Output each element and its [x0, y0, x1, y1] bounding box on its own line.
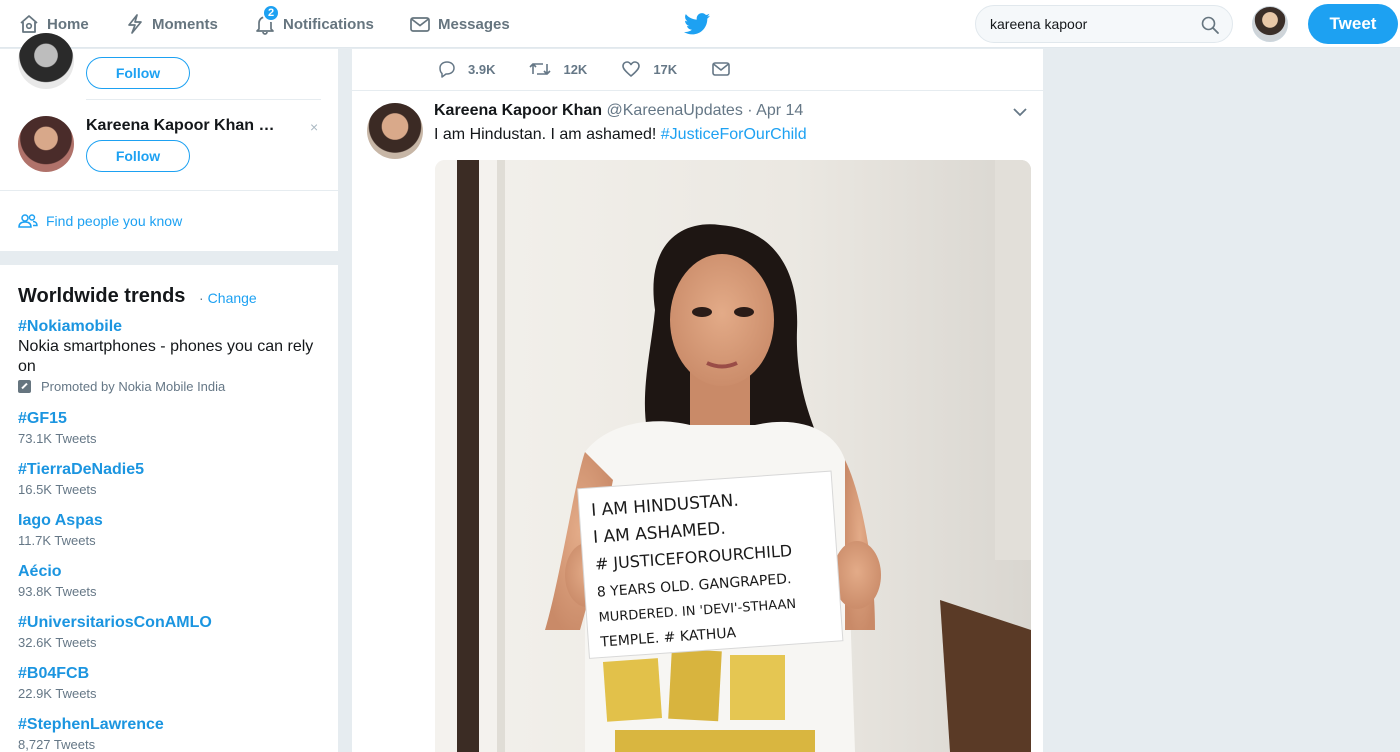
- search-icon[interactable]: [1200, 15, 1220, 35]
- tweet-photo[interactable]: I AM HINDUSTAN. I AM ASHAMED. # JUSTICEF…: [435, 160, 1031, 752]
- trend-item[interactable]: #B04FCB 22.9K Tweets: [18, 664, 318, 702]
- trend-name[interactable]: #TierraDeNadie5: [18, 460, 318, 480]
- heart-icon: [622, 61, 641, 77]
- trend-name[interactable]: #B04FCB: [18, 664, 318, 684]
- reply-icon: [439, 61, 455, 78]
- promoted-trend[interactable]: #Nokiamobile Nokia smartphones - phones …: [18, 317, 318, 394]
- follow-button[interactable]: Follow: [86, 140, 190, 172]
- tweet-separator: ·: [747, 102, 753, 119]
- tweet-author-avatar[interactable]: [367, 103, 423, 159]
- envelope-icon: [712, 62, 730, 76]
- tweet-text: I am Hindustan. I am ashamed! #JusticeFo…: [434, 126, 807, 144]
- follow-button[interactable]: Follow: [86, 57, 190, 89]
- reply-count: 3.9K: [468, 61, 496, 77]
- trend-count: 16.5K Tweets: [18, 482, 97, 497]
- divider: [352, 90, 1043, 91]
- twitter-bird-logo-icon[interactable]: [684, 12, 710, 36]
- top-nav-bar: Home Moments 2 Notifications Messages Tw…: [0, 0, 1400, 48]
- lightning-icon: [128, 14, 142, 34]
- nav-notifications-label: Notifications: [283, 15, 374, 33]
- nav-messages[interactable]: Messages: [409, 0, 510, 48]
- trend-name[interactable]: #GF15: [18, 409, 318, 429]
- trend-name[interactable]: Iago Aspas: [18, 511, 318, 531]
- suggested-user-avatar[interactable]: [18, 116, 74, 172]
- find-people-link[interactable]: Find people you know: [18, 213, 182, 229]
- trend-item[interactable]: #StephenLawrence 8,727 Tweets: [18, 715, 318, 752]
- trend-count: 11.7K Tweets: [18, 533, 96, 548]
- like-action[interactable]: 17K: [621, 60, 677, 78]
- chevron-down-icon[interactable]: [1012, 106, 1028, 118]
- nav-notifications[interactable]: 2 Notifications: [254, 0, 374, 48]
- nav-home-label: Home: [47, 15, 89, 33]
- retweet-icon: [529, 63, 552, 75]
- tweet-date[interactable]: Apr 14: [756, 102, 803, 119]
- dismiss-icon[interactable]: ×: [310, 119, 318, 135]
- trend-count: 8,727 Tweets: [18, 737, 96, 752]
- trend-name[interactable]: #Nokiamobile: [18, 317, 318, 337]
- trends-title: Worldwide trends: [18, 285, 186, 307]
- nav-moments-label: Moments: [152, 15, 218, 33]
- trend-item[interactable]: #GF15 73.1K Tweets: [18, 409, 318, 447]
- direct-message-action[interactable]: [711, 60, 743, 78]
- trend-name[interactable]: #UniversitariosConAMLO: [18, 613, 318, 633]
- retweet-count: 12K: [563, 61, 588, 77]
- trend-item[interactable]: #TierraDeNadie5 16.5K Tweets: [18, 460, 318, 498]
- nav-messages-label: Messages: [438, 15, 510, 33]
- divider: [0, 190, 338, 191]
- like-count: 17K: [653, 61, 678, 77]
- people-icon: [18, 214, 38, 228]
- trends-change-link[interactable]: · Change: [199, 290, 257, 306]
- tweet-text-body: I am Hindustan. I am ashamed!: [434, 126, 661, 143]
- trend-item[interactable]: Iago Aspas 11.7K Tweets: [18, 511, 318, 549]
- suggested-user-name[interactable]: Kareena Kapoor Khan …: [86, 117, 274, 135]
- profile-avatar[interactable]: [1252, 6, 1288, 42]
- trend-name[interactable]: #StephenLawrence: [18, 715, 318, 735]
- trend-count: 73.1K Tweets: [18, 431, 97, 446]
- promoted-icon: [18, 380, 31, 393]
- tweet-header: Kareena Kapoor Khan @KareenaUpdates · Ap…: [434, 102, 803, 120]
- photo-illustration: I AM HINDUSTAN. I AM ASHAMED. # JUSTICEF…: [435, 160, 1031, 752]
- promoted-label: Promoted by Nokia Mobile India: [18, 379, 318, 394]
- right-background: [1043, 49, 1400, 752]
- search-box[interactable]: [975, 5, 1233, 43]
- tweet-author-handle[interactable]: @KareenaUpdates: [607, 102, 743, 119]
- trend-item[interactable]: #UniversitariosConAMLO 32.6K Tweets: [18, 613, 318, 651]
- notifications-badge: 2: [262, 4, 280, 22]
- divider: [86, 99, 321, 100]
- home-icon: [20, 15, 38, 33]
- trend-count: 93.8K Tweets: [18, 584, 97, 599]
- search-input[interactable]: [990, 16, 1190, 32]
- suggested-user-avatar[interactable]: [18, 33, 74, 89]
- tweet-author-name[interactable]: Kareena Kapoor Khan: [434, 102, 602, 119]
- retweet-action[interactable]: 12K: [529, 60, 587, 78]
- trend-count: 22.9K Tweets: [18, 686, 97, 701]
- envelope-icon: [410, 17, 430, 32]
- trend-item[interactable]: Aécio 93.8K Tweets: [18, 562, 318, 600]
- trend-count: 32.6K Tweets: [18, 635, 97, 650]
- nav-moments[interactable]: Moments: [125, 0, 218, 48]
- tweet-actions-bar: 3.9K 12K 17K: [438, 56, 777, 82]
- find-people-label: Find people you know: [46, 213, 183, 229]
- trend-name[interactable]: Aécio: [18, 562, 318, 582]
- tweet-button[interactable]: Tweet: [1308, 4, 1398, 44]
- reply-action[interactable]: 3.9K: [438, 60, 495, 78]
- trend-description: Nokia smartphones - phones you can rely …: [18, 338, 314, 375]
- tweet-hashtag[interactable]: #JusticeForOurChild: [661, 126, 807, 143]
